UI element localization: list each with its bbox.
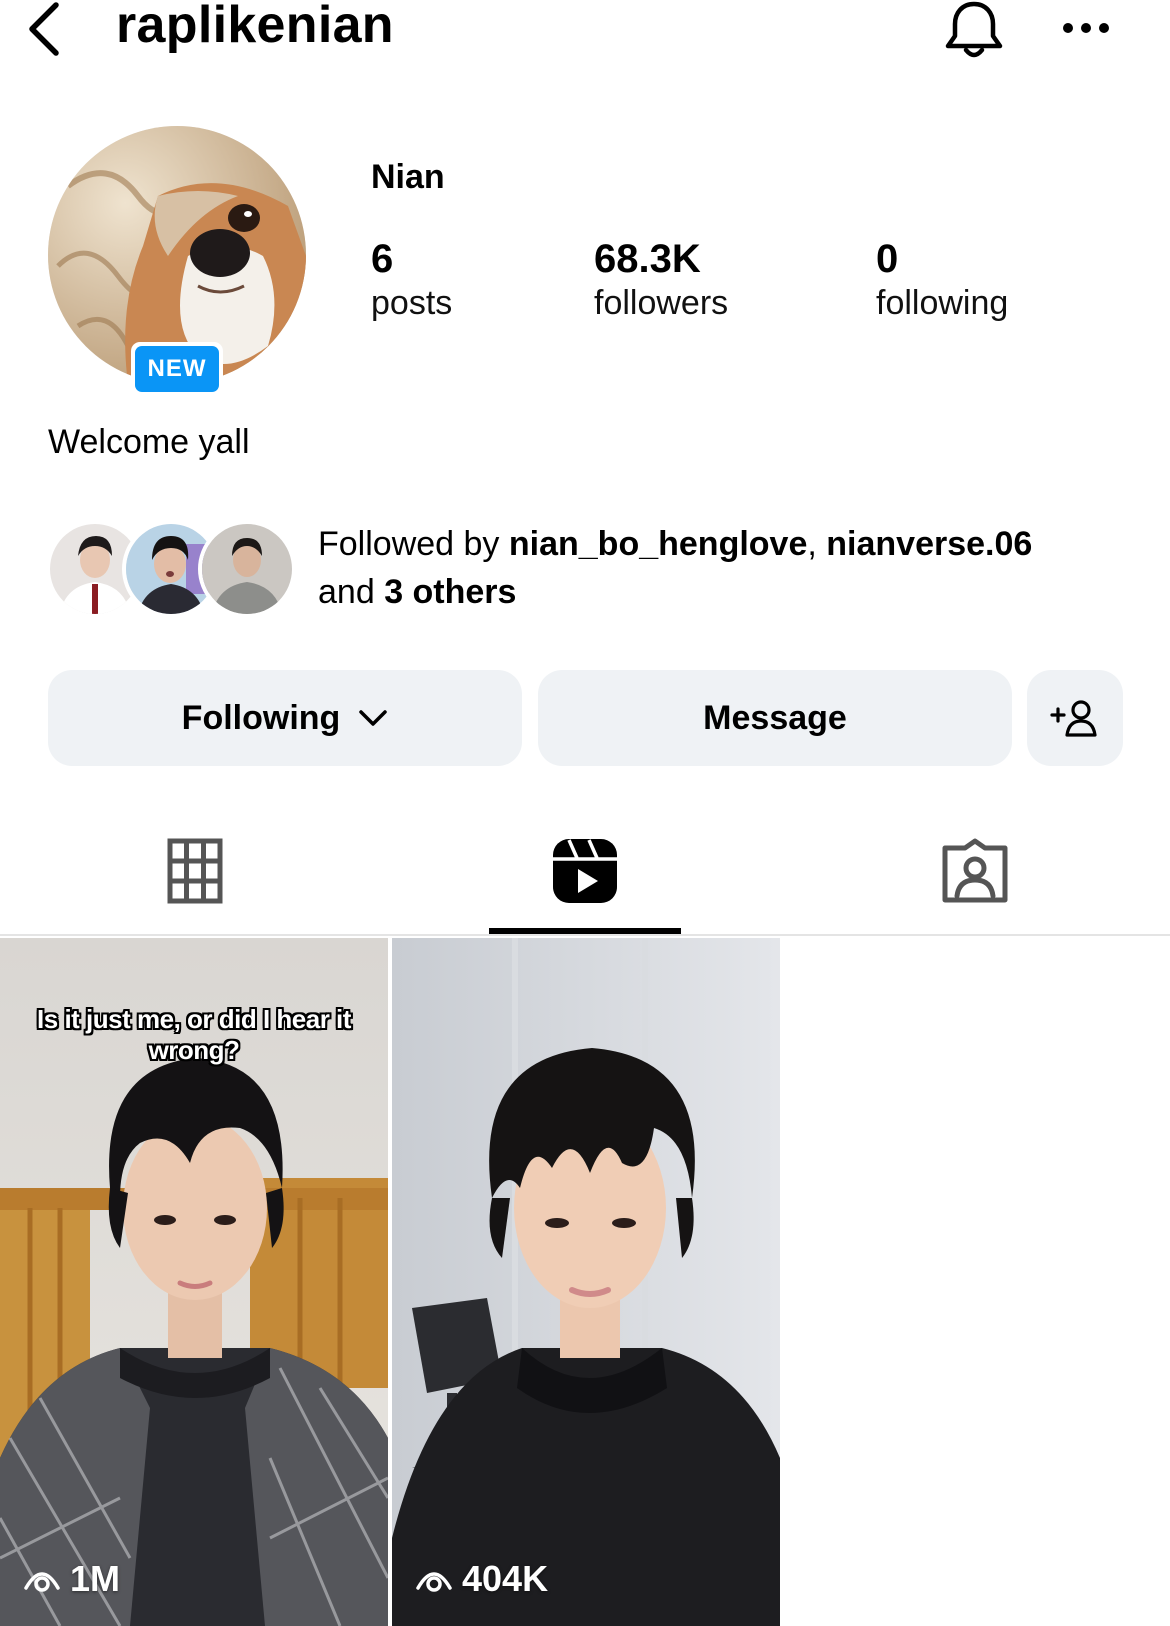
new-badge-label: NEW — [135, 346, 219, 392]
mutual-user-2[interactable]: nianverse.06 — [826, 525, 1032, 563]
message-button-label: Message — [703, 698, 847, 737]
message-button[interactable]: Message — [538, 670, 1012, 766]
tab-reels[interactable] — [390, 808, 780, 934]
reel-views-value: 404K — [462, 1558, 549, 1599]
followed-by-text[interactable]: Followed by nian_bo_henglove, nianverse.… — [318, 520, 1138, 616]
following-button[interactable]: Following — [48, 670, 522, 766]
following-button-label: Following — [181, 698, 341, 737]
more-options-button[interactable] — [1056, 6, 1116, 50]
top-bar: raplikenian — [0, 0, 1170, 60]
tab-grid[interactable] — [0, 808, 390, 934]
new-badge: NEW — [131, 342, 223, 396]
followed-by-and: and — [318, 573, 385, 611]
followed-by-prefix: Followed by — [318, 525, 509, 563]
reel-image — [392, 938, 780, 1626]
play-count-icon — [24, 1566, 60, 1592]
posts-count: 6 — [371, 237, 394, 281]
chevron-down-icon — [358, 709, 388, 727]
notifications-button[interactable] — [940, 0, 1008, 62]
mutual-user-1[interactable]: nian_bo_henglove — [509, 525, 808, 563]
stat-followers[interactable]: 68.3K followers — [594, 236, 728, 324]
chevron-left-icon — [29, 2, 59, 56]
followers-count: 68.3K — [594, 237, 701, 281]
grid-icon — [167, 838, 223, 904]
tab-tagged[interactable] — [780, 808, 1170, 934]
reel-caption: Is it just me, or did I hear it wrong? — [37, 1004, 351, 1065]
reel-views-value: 1M — [70, 1558, 121, 1599]
stat-following[interactable]: 0 following — [876, 236, 1008, 324]
mutual-avatar — [198, 520, 296, 618]
profile-username: raplikenian — [116, 0, 394, 54]
profile-bio: Welcome yall — [48, 423, 250, 461]
suggested-users-button[interactable] — [1027, 670, 1123, 766]
following-label: following — [876, 284, 1009, 322]
mutual-followers-avatars[interactable] — [46, 520, 296, 618]
reel-thumbnail[interactable]: Is it just me, or did I hear it wrong? 1… — [0, 938, 388, 1626]
reel-view-count: 1M — [24, 1558, 120, 1600]
back-button[interactable] — [22, 0, 66, 58]
followers-label: followers — [594, 284, 729, 322]
bell-icon — [945, 1, 1003, 58]
reels-icon — [553, 839, 617, 903]
reel-thumbnail[interactable]: 404K — [392, 938, 780, 1626]
display-name: Nian — [371, 158, 445, 196]
profile-avatar[interactable]: NEW — [48, 126, 306, 396]
posts-label: posts — [371, 284, 453, 322]
add-user-icon — [1050, 700, 1097, 737]
mutual-others[interactable]: 3 others — [384, 573, 516, 611]
following-count: 0 — [876, 237, 899, 281]
more-horizontal-icon — [1063, 23, 1109, 33]
stat-posts[interactable]: 6 posts — [371, 236, 452, 324]
followed-by-separator: , — [807, 525, 827, 563]
active-tab-indicator — [489, 928, 681, 934]
play-count-icon — [416, 1566, 452, 1592]
profile-tabs — [0, 808, 1170, 936]
reel-view-count: 404K — [416, 1558, 548, 1600]
tagged-icon — [942, 838, 1008, 903]
